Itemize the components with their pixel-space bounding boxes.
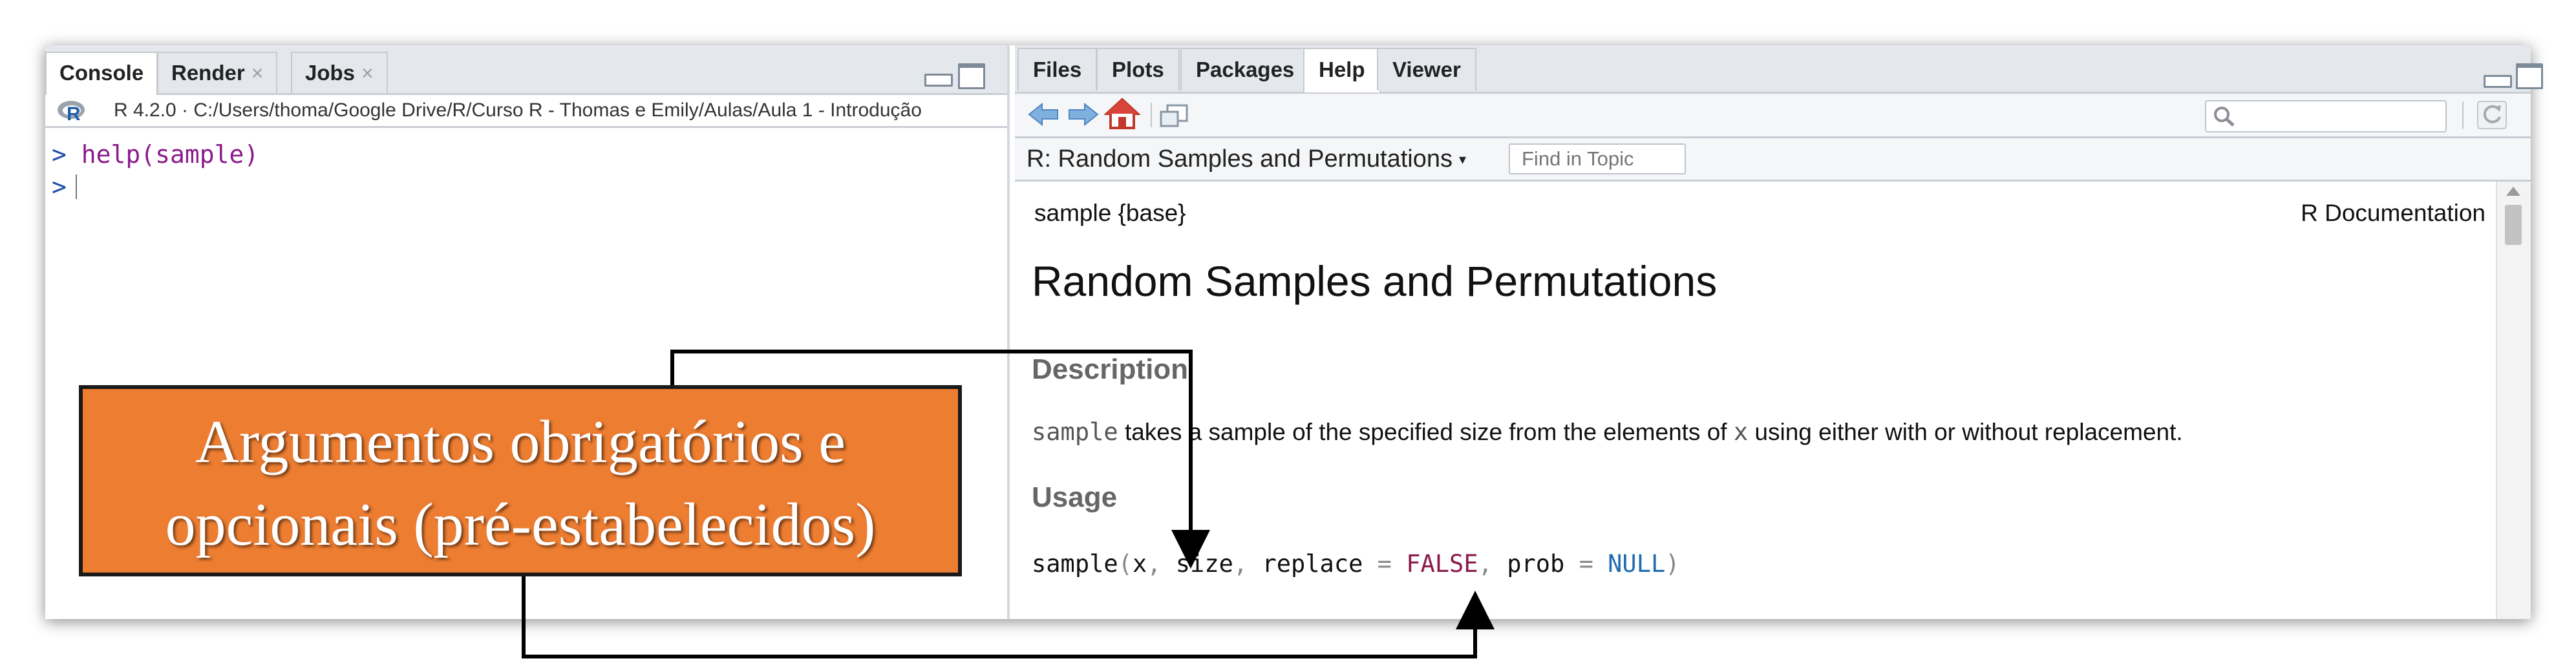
annotation-text: Argumentos obrigatórios e opcionais (pré… [83, 401, 958, 566]
annotation-callout: Argumentos obrigatórios e opcionais (pré… [79, 385, 962, 576]
annotation-line-2: opcionais (pré-estabelecidos) [165, 491, 876, 558]
annotation-line-1: Argumentos obrigatórios e [195, 408, 846, 476]
